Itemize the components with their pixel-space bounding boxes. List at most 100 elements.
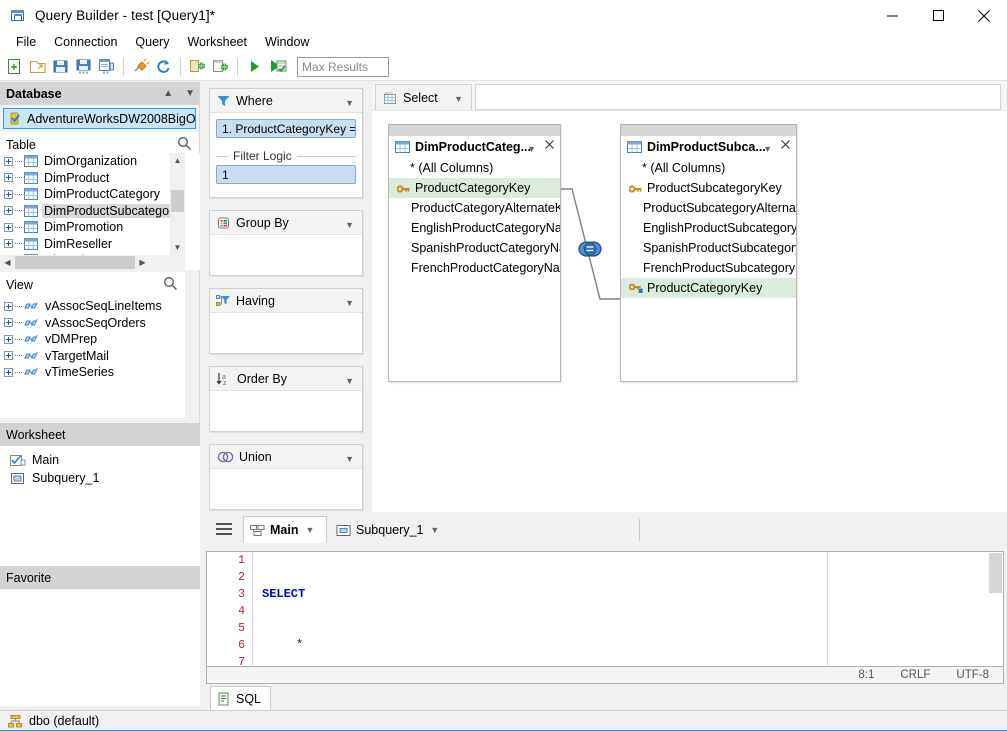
scroll-right-arrow[interactable]: ▶	[135, 255, 150, 270]
close-button[interactable]	[961, 0, 1007, 31]
scroll-down-arrow[interactable]: ▼	[170, 240, 185, 255]
editor-vertical-scrollbar[interactable]	[989, 553, 1002, 593]
tree-item-dimreseller[interactable]: DimReseller	[0, 236, 170, 253]
add-subquery-icon[interactable]	[209, 55, 232, 79]
run-to-grid-icon[interactable]	[266, 55, 289, 79]
expand-icon[interactable]	[4, 368, 13, 377]
chevron-down-icon[interactable]: ▼	[345, 376, 354, 386]
menu-window[interactable]: Window	[256, 33, 318, 51]
scroll-up-arrow[interactable]: ▲	[170, 153, 185, 168]
save-as-icon[interactable]	[72, 55, 95, 79]
refresh-icon[interactable]	[152, 55, 175, 79]
diagram-table-dimproductcategory[interactable]: DimProductCateg... ▼ * (All Columns) Pro…	[388, 124, 561, 382]
order-by-clause-header[interactable]: az Order By ▼	[210, 367, 362, 391]
maximize-button[interactable]	[915, 0, 961, 31]
expand-icon[interactable]	[4, 173, 13, 182]
expand-icon[interactable]	[4, 302, 13, 311]
save-icon[interactable]	[49, 55, 72, 79]
expand-icon[interactable]	[4, 351, 13, 360]
group-by-clause-body[interactable]	[210, 235, 362, 275]
scroll-thumb-h[interactable]	[15, 256, 135, 269]
expand-icon[interactable]	[4, 157, 13, 166]
tree-item-vdmprep[interactable]: vDMPrep	[0, 331, 185, 348]
open-file-icon[interactable]	[26, 55, 49, 79]
tree-item-dimpromotion[interactable]: DimPromotion	[0, 219, 170, 236]
editor-code-area[interactable]: SELECT * FROM [AdventureWorksDW2008BigOr…	[254, 552, 826, 666]
chevron-down-icon[interactable]: ▼	[345, 220, 354, 230]
column-row[interactable]: EnglishProductCategoryName	[389, 218, 560, 238]
worksheet-list[interactable]: Main Subquery_1	[0, 446, 200, 566]
expand-icon[interactable]	[4, 239, 13, 248]
sql-editor[interactable]: 1 2 3 4 5 6 7 SELECT * FROM [AdventureWo…	[206, 551, 1004, 667]
column-row[interactable]: ProductSubcategoryKey	[621, 178, 796, 198]
table-tree-vertical-scrollbar[interactable]: ▲ ▼	[170, 153, 185, 255]
table-tree-horizontal-scrollbar[interactable]: ◀ ▶	[0, 255, 185, 270]
select-clause-tab[interactable]: Select ▼	[375, 84, 472, 110]
search-icon[interactable]	[177, 136, 192, 154]
table-tree[interactable]: DimOrganization DimProduct DimProductCat…	[0, 153, 200, 270]
expand-icon[interactable]	[4, 335, 13, 344]
hamburger-icon[interactable]	[212, 518, 236, 539]
tree-item-dimproductsubcategory[interactable]: DimProductSubcategory	[0, 203, 170, 220]
scroll-left-arrow[interactable]: ◀	[0, 255, 15, 270]
max-results-input[interactable]: Max Results	[297, 57, 389, 77]
tree-item-vassocseqlineitems[interactable]: vAssocSeqLineItems	[0, 298, 185, 315]
diagram-canvas[interactable]: DimProductCateg... ▼ * (All Columns) Pro…	[372, 110, 1007, 512]
tree-item-vtargetmail[interactable]: vTargetMail	[0, 348, 185, 365]
scroll-thumb[interactable]	[171, 190, 184, 212]
favorite-list[interactable]	[0, 589, 200, 706]
expand-icon[interactable]	[4, 190, 13, 199]
chevron-down-icon[interactable]: ▼	[345, 298, 354, 308]
tree-item-dimproductcategory[interactable]: DimProductCategory	[0, 186, 170, 203]
table-drag-grip[interactable]	[389, 125, 560, 136]
column-row[interactable]: SpanishProductCategoryName	[389, 238, 560, 258]
chevron-down-icon[interactable]: ▼	[345, 454, 354, 464]
column-row[interactable]: ProductCategoryKey	[389, 178, 560, 198]
menu-worksheet[interactable]: Worksheet	[178, 33, 256, 51]
column-row[interactable]: ProductSubcategoryAlternat...	[621, 198, 796, 218]
minimize-button[interactable]	[869, 0, 915, 31]
worksheet-item-main[interactable]: Main	[0, 451, 200, 469]
menu-file[interactable]: File	[7, 33, 45, 51]
expand-icon[interactable]	[4, 206, 13, 215]
column-row[interactable]: FrenchProductCategoryName	[389, 258, 560, 278]
group-by-clause-header[interactable]: Group By ▼	[210, 211, 362, 235]
chevron-down-icon[interactable]: ▼	[430, 525, 439, 535]
tree-item-dimproduct[interactable]: DimProduct	[0, 170, 170, 187]
chevron-down-icon[interactable]: ▼	[185, 88, 195, 99]
tree-item-dimorganization[interactable]: DimOrganization	[0, 153, 170, 170]
add-table-icon[interactable]	[186, 55, 209, 79]
chevron-down-icon[interactable]: ▼	[527, 144, 536, 154]
having-clause-header[interactable]: Having ▼	[210, 289, 362, 313]
chevron-down-icon[interactable]: ▼	[454, 94, 463, 104]
table-drag-grip[interactable]	[621, 125, 796, 136]
tree-item-vassocseqorders[interactable]: vAssocSeqOrders	[0, 315, 185, 332]
where-clause-header[interactable]: Where ▼	[210, 89, 362, 113]
where-condition-chip[interactable]: 1. ProductCategoryKey =...	[216, 119, 356, 138]
menu-connection[interactable]: Connection	[45, 33, 126, 51]
close-icon[interactable]	[545, 140, 554, 152]
worksheet-item-subquery1[interactable]: Subquery_1	[0, 469, 200, 487]
save-all-icon[interactable]	[95, 55, 118, 79]
column-row[interactable]: ProductCategoryKey	[621, 278, 796, 298]
column-row[interactable]: EnglishProductSubcategoryN...	[621, 218, 796, 238]
expand-icon[interactable]	[4, 223, 13, 232]
column-row[interactable]: * (All Columns)	[389, 158, 560, 178]
menu-query[interactable]: Query	[126, 33, 178, 51]
column-row[interactable]: * (All Columns)	[621, 158, 796, 178]
chevron-down-icon[interactable]: ▼	[345, 98, 354, 108]
sql-tab-subquery1[interactable]: Subquery_1 ▼	[329, 516, 439, 543]
table-title-bar[interactable]: DimProductCateg... ▼	[389, 136, 560, 158]
run-icon[interactable]	[243, 55, 266, 79]
sort-icon[interactable]: ▲	[163, 88, 173, 99]
expand-icon[interactable]	[4, 318, 13, 327]
sql-tab-main[interactable]: Main ▼	[243, 516, 327, 543]
column-row[interactable]: FrenchProductSubcategoryN...	[621, 258, 796, 278]
diagram-table-dimproductsubcategory[interactable]: DimProductSubca... ▼ * (All Columns) Pro…	[620, 124, 797, 382]
tree-item-vtimeseries[interactable]: vTimeSeries	[0, 364, 185, 381]
connect-icon[interactable]	[129, 55, 152, 79]
close-icon[interactable]	[781, 140, 790, 152]
union-clause-header[interactable]: Union ▼	[210, 445, 362, 469]
column-row[interactable]: ProductCategoryAlternateKey	[389, 198, 560, 218]
search-icon[interactable]	[163, 276, 178, 294]
